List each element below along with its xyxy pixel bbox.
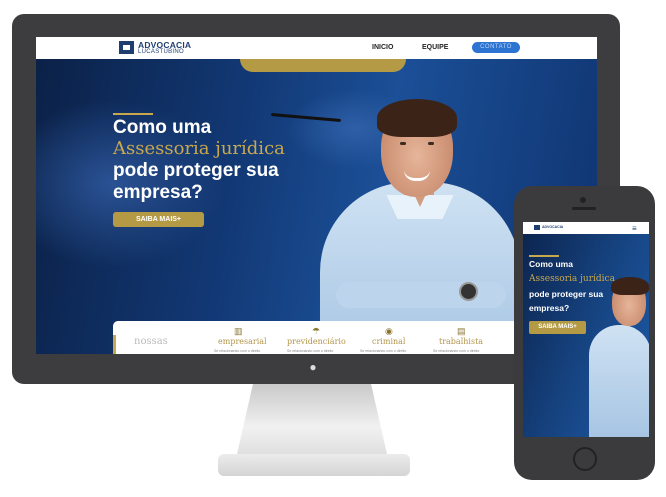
saiba-mais-button[interactable]: SAIBA MAIS+	[113, 212, 204, 227]
service-desc: Se relacionando com o direito	[360, 349, 407, 353]
man-crossed-arms	[336, 282, 506, 308]
phone-saiba-mais-button[interactable]: SAIBA MAIS+	[529, 321, 586, 334]
hero-title-line4: empresa?	[113, 182, 203, 203]
phone-hero-accent-line	[529, 255, 559, 257]
logo-subtext[interactable]: LUCASTUBINO	[138, 49, 184, 55]
monitor-stand-base	[218, 454, 410, 476]
service-desc: Se relacionando com o direito	[214, 349, 261, 353]
man-hair	[377, 99, 457, 137]
building-icon: ▥	[234, 326, 243, 336]
phone-hero-title-line1: Como uma	[529, 259, 573, 269]
service-title-criminal[interactable]: criminal	[372, 337, 406, 346]
briefcase-icon: ▤	[457, 326, 466, 336]
phone-hero-title-line3: pode proteger sua	[529, 289, 604, 299]
service-desc: Se relacionando com o direito	[433, 349, 480, 353]
hero-gold-tab	[240, 59, 406, 72]
service-title-previdenciario[interactable]: previdenciário	[287, 337, 346, 346]
nav-contato-button[interactable]: CONTATO	[472, 42, 520, 53]
service-title-empresarial[interactable]: empresarial	[218, 337, 267, 346]
desktop-screen: ADVOCACIA LUCASTUBINO INICIO EQUIPE CONT…	[36, 37, 597, 354]
phone-navbar: ADVOCACIA ≡	[523, 222, 649, 234]
hero-title-highlight: Assessoria jurídica	[113, 138, 285, 159]
hero-title-line1: Como uma	[113, 117, 212, 138]
logo-icon[interactable]	[119, 41, 134, 54]
monitor-stand	[236, 384, 388, 456]
watch-icon	[459, 282, 478, 301]
phone-hero-title-line4: empresa?	[529, 303, 570, 313]
man-eye	[428, 142, 434, 145]
hamburger-menu-icon[interactable]: ≡	[632, 225, 637, 233]
phone-home-button[interactable]	[573, 447, 597, 471]
nav-link-equipe[interactable]: EQUIPE	[422, 44, 448, 51]
apple-logo-icon: ●	[309, 360, 317, 374]
phone-man-torso	[589, 325, 649, 437]
eye-icon: ◉	[385, 326, 393, 336]
nav-link-inicio[interactable]: INICIO	[372, 44, 393, 51]
phone-man-hair	[611, 277, 649, 295]
phone-logo-text[interactable]: ADVOCACIA	[542, 225, 563, 229]
top-navbar: ADVOCACIA LUCASTUBINO INICIO EQUIPE CONT…	[36, 37, 597, 59]
services-heading: nossas	[134, 336, 168, 347]
services-accent	[113, 335, 116, 354]
phone-screen: ADVOCACIA ≡ Como uma Assessoria jurídica…	[523, 222, 649, 437]
phone-speaker	[572, 207, 596, 210]
hero-accent-line	[113, 113, 153, 115]
phone-logo-icon[interactable]	[534, 225, 540, 230]
umbrella-icon: ☂	[312, 326, 321, 336]
man-eye	[400, 142, 406, 145]
phone-hero-title-highlight: Assessoria jurídica	[529, 274, 615, 284]
service-desc: Se relacionando com o direito	[287, 349, 334, 353]
service-title-trabalhista[interactable]: trabalhista	[439, 337, 483, 346]
hero-title-line3: pode proteger sua	[113, 160, 279, 181]
phone-camera-icon	[580, 197, 586, 203]
